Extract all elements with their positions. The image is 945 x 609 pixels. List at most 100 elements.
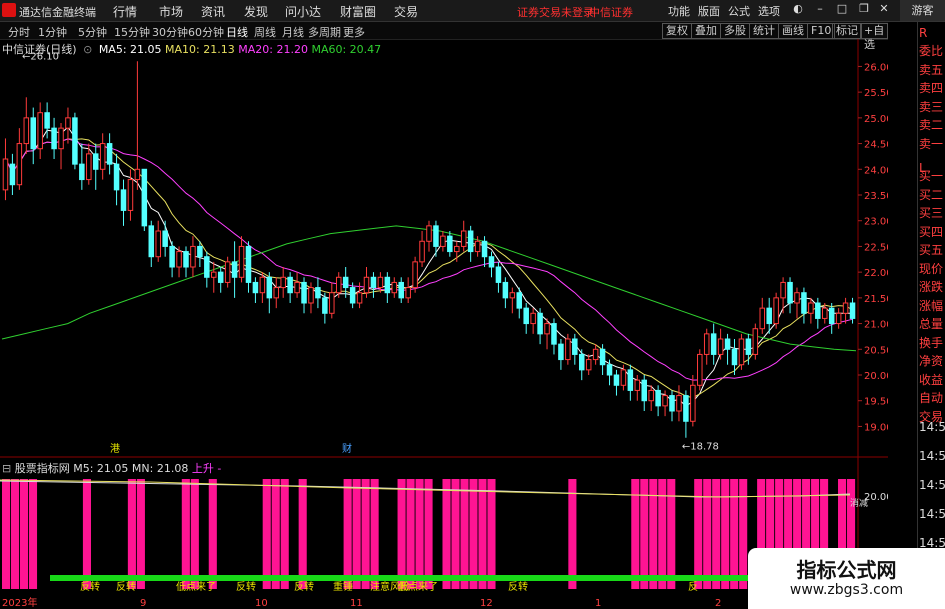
multi-stock-button[interactable]: 多股: [720, 23, 750, 39]
menu-markets[interactable]: 市场: [159, 3, 183, 20]
candle-body: [266, 276, 273, 299]
candle-body: [16, 143, 23, 186]
price-tick-label: 24.50: [864, 140, 888, 151]
candle-body: [731, 348, 738, 366]
menu-ask[interactable]: 问小达: [285, 3, 321, 20]
skin-icon[interactable]: ◐: [790, 2, 806, 18]
candle-body: [495, 266, 502, 283]
side-label[interactable]: 自动: [917, 391, 945, 406]
indicator-dash: -: [217, 462, 222, 475]
candle-body: [294, 281, 300, 294]
tab-period-15min[interactable]: 15分钟: [114, 24, 150, 40]
candle-body: [252, 281, 259, 294]
menu-market[interactable]: 行情: [113, 3, 137, 20]
overlay-button[interactable]: 叠加: [691, 23, 721, 39]
tab-period-1min[interactable]: 1分钟: [38, 24, 67, 40]
indicator-bar: [424, 479, 433, 589]
draw-line-button[interactable]: 画线: [778, 23, 808, 39]
watermark-title: 指标公式网: [796, 558, 897, 582]
menu-options[interactable]: 选项: [758, 3, 780, 19]
indicator-bar: [703, 479, 712, 589]
side-time: 14:50: [919, 507, 945, 521]
ma10-line: [5, 138, 853, 399]
candle-body: [641, 379, 647, 402]
tab-period-intraday[interactable]: 分时: [8, 24, 30, 40]
candle-body: [259, 276, 266, 294]
stats-button[interactable]: 统计: [749, 23, 779, 39]
ma60-label: MA60: 20.47: [311, 43, 382, 56]
tab-period-30min[interactable]: 30分钟: [152, 24, 188, 40]
indicator-trend: 上升: [191, 462, 214, 475]
tab-period-weekly[interactable]: 周线: [254, 24, 276, 40]
candle-body: [120, 189, 127, 211]
indicator-bar: [262, 479, 271, 589]
guest-button[interactable]: 游客: [900, 0, 945, 21]
adjust-button[interactable]: 复权: [662, 23, 692, 39]
tab-period-60min[interactable]: 60分钟: [188, 24, 224, 40]
indicator-bar: [271, 479, 280, 589]
indicator-bar: [10, 479, 20, 589]
tab-period-daily[interactable]: 日线: [226, 24, 248, 40]
candle-body: [211, 271, 217, 278]
indicator-bar: [28, 479, 38, 589]
tab-period-monthly[interactable]: 月线: [282, 24, 304, 40]
candle-body: [738, 338, 745, 366]
candle-body: [106, 143, 113, 165]
menu-trade[interactable]: 交易: [394, 3, 418, 20]
stock-name[interactable]: 中信证券(日线): [2, 43, 77, 56]
candle-body: [51, 127, 57, 150]
tab-period-more[interactable]: 更多: [343, 24, 365, 40]
side-label: 卖四: [919, 81, 944, 95]
menu-fortune[interactable]: 财富圈: [340, 3, 376, 20]
candle-body: [572, 338, 578, 355]
indicator-bar: [568, 479, 577, 589]
tab-period-multi[interactable]: 多周期: [308, 24, 341, 40]
candle-body: [474, 240, 481, 253]
menu-function[interactable]: 功能: [668, 3, 690, 19]
marker-hk: 港: [110, 443, 120, 455]
mark-button[interactable]: 标记: [832, 23, 862, 39]
minimize-icon[interactable]: –: [812, 2, 828, 18]
trade-login-warning[interactable]: 证券交易未登录: [517, 4, 594, 20]
price-tick-label: 26.00: [864, 62, 888, 73]
tab-period-5min[interactable]: 5分钟: [78, 24, 107, 40]
side-label: 买三: [919, 206, 944, 220]
maximize-icon[interactable]: □: [834, 2, 850, 18]
indicator-bar: [19, 479, 29, 589]
indicator-right-tag: 消减: [850, 497, 868, 509]
candle-body: [454, 245, 460, 253]
candle-body: [349, 287, 356, 304]
indicator-m5: M5: 21.05: [73, 462, 129, 475]
menu-news[interactable]: 资讯: [201, 3, 225, 20]
dropdown-icon[interactable]: ⊙: [83, 43, 92, 56]
side-label: 买五: [919, 243, 944, 257]
candle-body: [634, 379, 641, 391]
indicator-bar: [712, 479, 721, 589]
indicator-name[interactable]: 股票指标网: [15, 462, 70, 475]
candle-body: [648, 389, 654, 402]
date-tick-label: 10: [255, 598, 268, 609]
close-icon[interactable]: ✕: [876, 2, 892, 18]
indicator-bar: [181, 479, 190, 589]
indicator-bar: [2, 479, 11, 589]
indicator-collapse-icon[interactable]: ⊟: [2, 462, 11, 475]
broker-name[interactable]: 中信证券: [589, 4, 633, 20]
kline-chart[interactable]: 26.00 25.50 25.00 24.50 24.00 23.50 23.00 22.50…: [0, 39, 888, 609]
menu-formula[interactable]: 公式: [728, 3, 750, 19]
candle-body: [516, 292, 523, 309]
candle-body: [842, 302, 849, 314]
candle-body: [99, 143, 106, 170]
menu-discover[interactable]: 发现: [244, 3, 268, 20]
candle-body: [752, 328, 759, 355]
candle-body: [683, 395, 689, 422]
add-watchlist-button[interactable]: +自选: [860, 23, 889, 51]
candle-body: [530, 312, 536, 325]
indicator-bar: [127, 479, 136, 589]
candle-body: [363, 276, 370, 294]
side-label: 净资: [919, 354, 944, 368]
menu-layout[interactable]: 版面: [698, 3, 720, 19]
candle-body: [606, 364, 613, 376]
candle-body: [433, 225, 439, 247]
signal-label: 反转: [508, 580, 528, 593]
restore-icon[interactable]: ❐: [856, 2, 872, 18]
